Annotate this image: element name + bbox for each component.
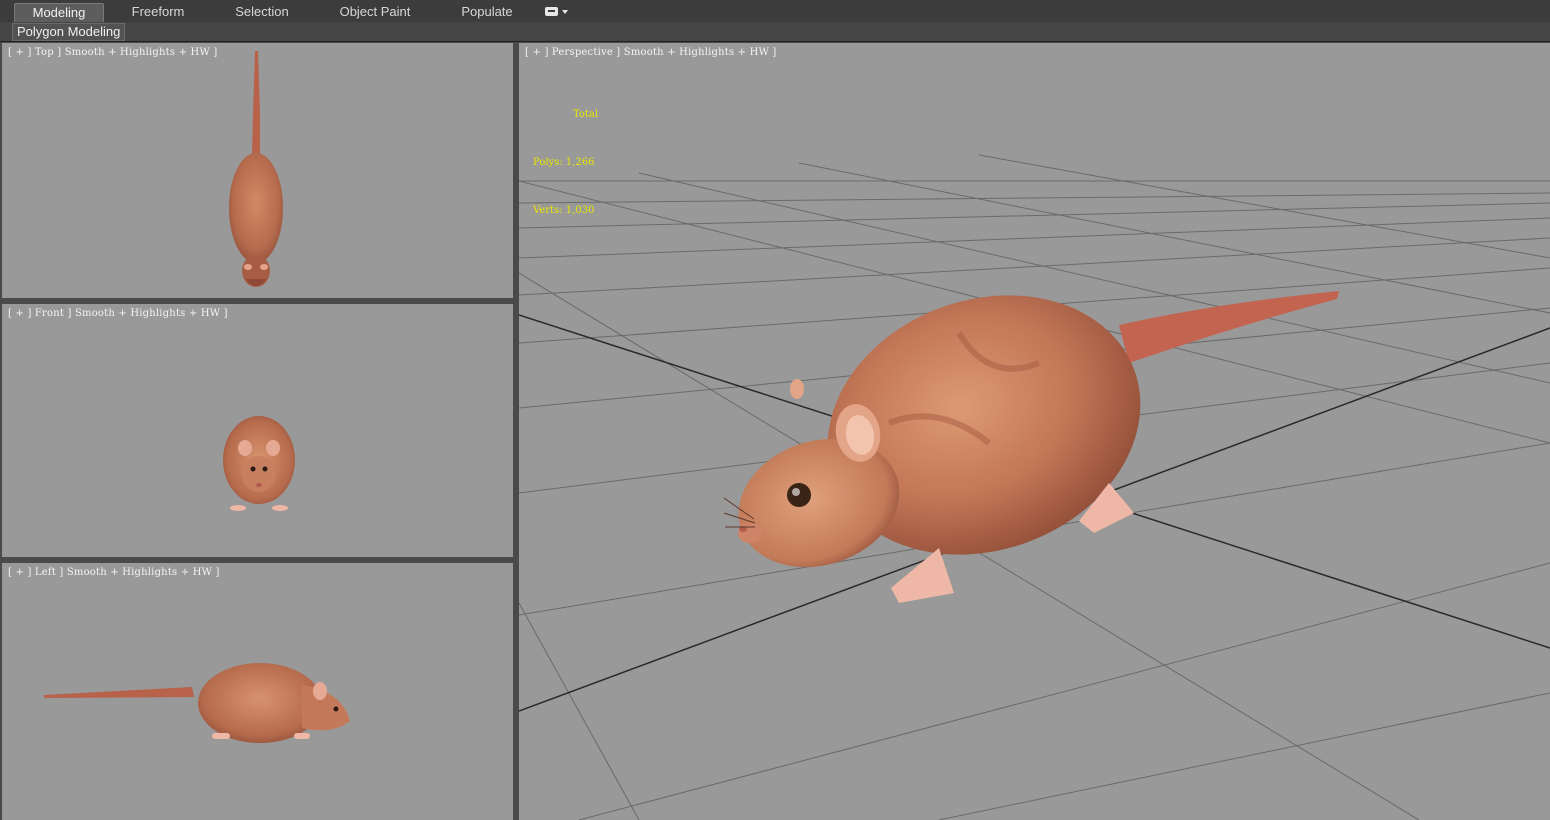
ribbon-panel: Polygon Modeling bbox=[0, 22, 1550, 42]
tab-populate[interactable]: Populate bbox=[452, 3, 522, 21]
viewport-front[interactable]: [ + ] Front ] Smooth + Highlights + HW ] bbox=[2, 304, 513, 557]
viewport-perspective[interactable]: [ + ] Perspective ] Smooth + Highlights … bbox=[519, 43, 1550, 820]
tab-modeling[interactable]: Modeling bbox=[14, 3, 104, 22]
tab-freeform[interactable]: Freeform bbox=[118, 3, 198, 21]
ribbon-tab-bar: Modeling Freeform Selection Object Paint… bbox=[0, 0, 1550, 23]
rat-left-view bbox=[44, 663, 350, 743]
rat-top-view bbox=[229, 51, 283, 287]
viewport-top[interactable]: [ + ] Top ] Smooth + Highlights + HW ] bbox=[2, 43, 513, 298]
ribbon-options-icon[interactable] bbox=[544, 6, 570, 18]
viewport-left[interactable]: [ + ] Left ] Smooth + Highlights + HW ] bbox=[2, 563, 513, 820]
polygon-modeling-panel-toggle[interactable]: Polygon Modeling bbox=[12, 23, 126, 41]
tab-selection[interactable]: Selection bbox=[222, 3, 302, 21]
perspective-scene bbox=[519, 154, 1550, 820]
tab-object-paint[interactable]: Object Paint bbox=[330, 3, 420, 21]
rat-front-view bbox=[223, 416, 295, 511]
